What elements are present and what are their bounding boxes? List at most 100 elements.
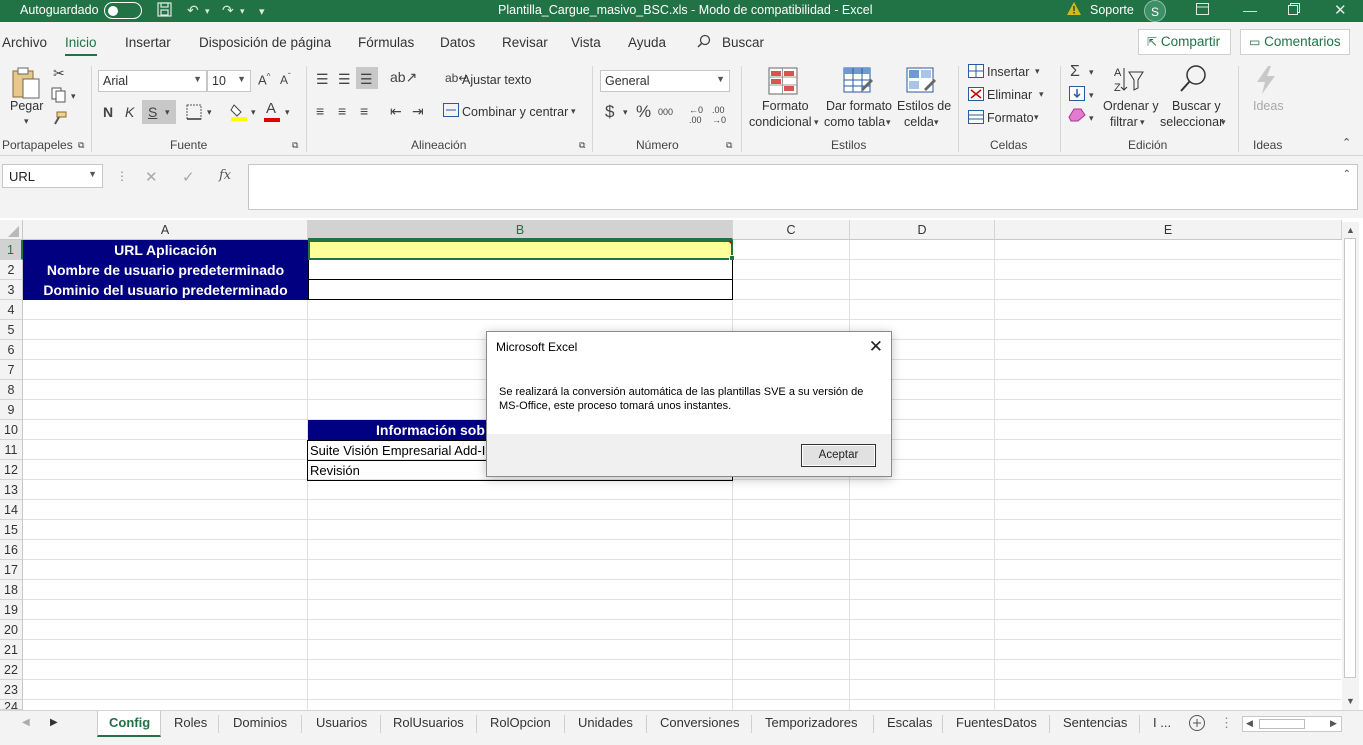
paste-icon[interactable] [10,66,42,103]
align-top-icon[interactable]: ☰ [316,71,329,88]
more-sheets-icon[interactable]: ⋮ [1220,715,1233,731]
format-table-dropdown-icon[interactable]: ▾ [886,117,891,128]
cell-a3[interactable]: Dominio del usuario predeterminado [23,280,308,300]
minimize-icon[interactable]: — [1243,2,1257,18]
borders-icon[interactable] [186,104,202,123]
confirm-entry-icon[interactable]: ✓ [182,168,195,186]
sort-filter-icon[interactable]: AZ [1113,64,1145,97]
undo-icon[interactable]: ↶ [187,2,199,19]
conditional-format-label-2[interactable]: condicional [749,115,812,129]
name-box[interactable]: URL ▼ [2,164,103,188]
sheet-tab-conversiones[interactable]: Conversiones [660,715,740,730]
font-size-select[interactable]: 10 ▼ [207,70,251,92]
increase-indent-icon[interactable]: ⇥ [412,103,424,120]
autosave-toggle[interactable] [104,2,142,19]
bold-button[interactable]: N [103,104,113,120]
decrease-decimal-icon[interactable]: .00 →0 [712,105,726,125]
close-window-icon[interactable]: ✕ [1334,1,1347,19]
delete-cells-label[interactable]: Eliminar [987,88,1032,102]
collapse-ribbon-icon[interactable]: ⌃ [1342,136,1351,149]
cell-b11[interactable]: Suite Visión Empresarial Add-I [307,440,487,460]
formula-input[interactable]: ⌃ [248,164,1358,210]
row-header-18[interactable]: 18 [0,580,23,600]
merge-center-label[interactable]: Combinar y centrar [462,105,568,119]
paste-label[interactable]: Pegar [10,99,43,113]
row-header-22[interactable]: 22 [0,660,23,680]
clear-dropdown-icon[interactable]: ▾ [1089,113,1094,124]
delete-cells-icon[interactable] [968,87,984,104]
conditional-format-icon[interactable] [768,67,798,98]
shrink-font-icon[interactable]: Aˇ [280,72,291,87]
hscroll-left-icon[interactable]: ◀ [1246,718,1253,729]
row-header-15[interactable]: 15 [0,520,23,540]
font-color-dropdown-icon[interactable]: ▾ [285,107,290,118]
align-right-icon[interactable]: ≡ [360,103,368,119]
font-launcher-icon[interactable]: ⧉ [292,140,298,151]
delete-dropdown-icon[interactable]: ▾ [1039,89,1044,100]
row-header-12[interactable]: 12 [0,460,23,480]
row-header-7[interactable]: 7 [0,360,23,380]
row-header-21[interactable]: 21 [0,640,23,660]
tab-revisar[interactable]: Revisar [502,35,548,50]
currency-button[interactable]: $ [605,102,614,122]
grow-font-icon[interactable]: A^ [258,72,270,87]
align-left-icon[interactable]: ≡ [316,103,324,119]
increase-decimal-icon[interactable]: ←0.00 [689,105,703,125]
ok-button[interactable]: Aceptar [801,444,876,467]
format-table-label-2[interactable]: como tabla [824,115,885,129]
tab-inicio[interactable]: Inicio [65,35,97,56]
select-all-corner[interactable] [0,220,23,240]
align-center-icon[interactable]: ≡ [338,103,346,119]
row-header-11[interactable]: 11 [0,440,23,460]
percent-button[interactable]: % [636,102,651,122]
add-sheet-icon[interactable] [1188,714,1206,735]
insert-cells-label[interactable]: Insertar [987,65,1029,79]
expand-formula-icon[interactable]: ⌃ [1343,169,1351,180]
sheet-tab-temporizadores[interactable]: Temporizadores [765,715,858,730]
row-header-3[interactable]: 3 [0,280,23,300]
cell-b3[interactable] [308,279,733,300]
tab-ayuda[interactable]: Ayuda [628,35,666,50]
sheet-tab-sentencias[interactable]: Sentencias [1063,715,1127,730]
tab-insertar[interactable]: Insertar [125,35,171,50]
thousands-button[interactable]: 000 [658,107,673,117]
row-header-13[interactable]: 13 [0,480,23,500]
row-header-20[interactable]: 20 [0,620,23,640]
row-header-19[interactable]: 19 [0,600,23,620]
row-header-6[interactable]: 6 [0,340,23,360]
font-name-select[interactable]: Arial ▼ [98,70,207,92]
save-icon[interactable] [157,2,172,20]
row-header-17[interactable]: 17 [0,560,23,580]
cell-a1[interactable]: URL Aplicación [23,240,308,260]
search-icon[interactable] [697,34,711,51]
support-label[interactable]: Soporte [1090,3,1134,17]
align-middle-icon[interactable]: ☰ [338,71,351,88]
borders-dropdown-icon[interactable]: ▾ [207,107,212,118]
tab-datos[interactable]: Datos [440,35,475,50]
insert-function-icon[interactable]: fx [219,168,231,183]
comments-button[interactable]: ▭ Comentarios [1240,29,1350,55]
merge-dropdown-icon[interactable]: ▾ [571,106,576,117]
redo-icon[interactable]: ↷ [222,2,234,19]
row-header-8[interactable]: 8 [0,380,23,400]
find-select-label-2[interactable]: seleccionar [1160,115,1223,129]
format-cells-icon[interactable] [968,110,984,127]
tab-archivo[interactable]: Archivo [2,35,47,50]
cut-icon[interactable]: ✂ [53,65,65,82]
row-header-10[interactable]: 10 [0,420,23,440]
vertical-scrollbar[interactable]: ▲ ▼ [1342,222,1359,710]
autosum-dropdown-icon[interactable]: ▾ [1089,67,1094,78]
italic-button[interactable]: K [125,104,134,120]
column-header-a[interactable]: A [23,220,308,240]
sort-filter-label-1[interactable]: Ordenar y [1103,99,1159,113]
find-select-icon[interactable] [1178,64,1210,97]
row-header-23[interactable]: 23 [0,680,23,700]
format-dropdown-icon[interactable]: ▾ [1034,112,1039,123]
scroll-up-icon[interactable]: ▲ [1346,225,1355,235]
underline-dropdown-icon[interactable]: ▾ [165,107,170,118]
row-header-24[interactable]: 24 [0,700,23,710]
row-header-14[interactable]: 14 [0,500,23,520]
tab-formulas[interactable]: Fórmulas [358,35,414,50]
customize-toolbar-icon[interactable]: ▾ [259,5,265,18]
orientation-icon[interactable]: ab↗ [390,69,417,86]
